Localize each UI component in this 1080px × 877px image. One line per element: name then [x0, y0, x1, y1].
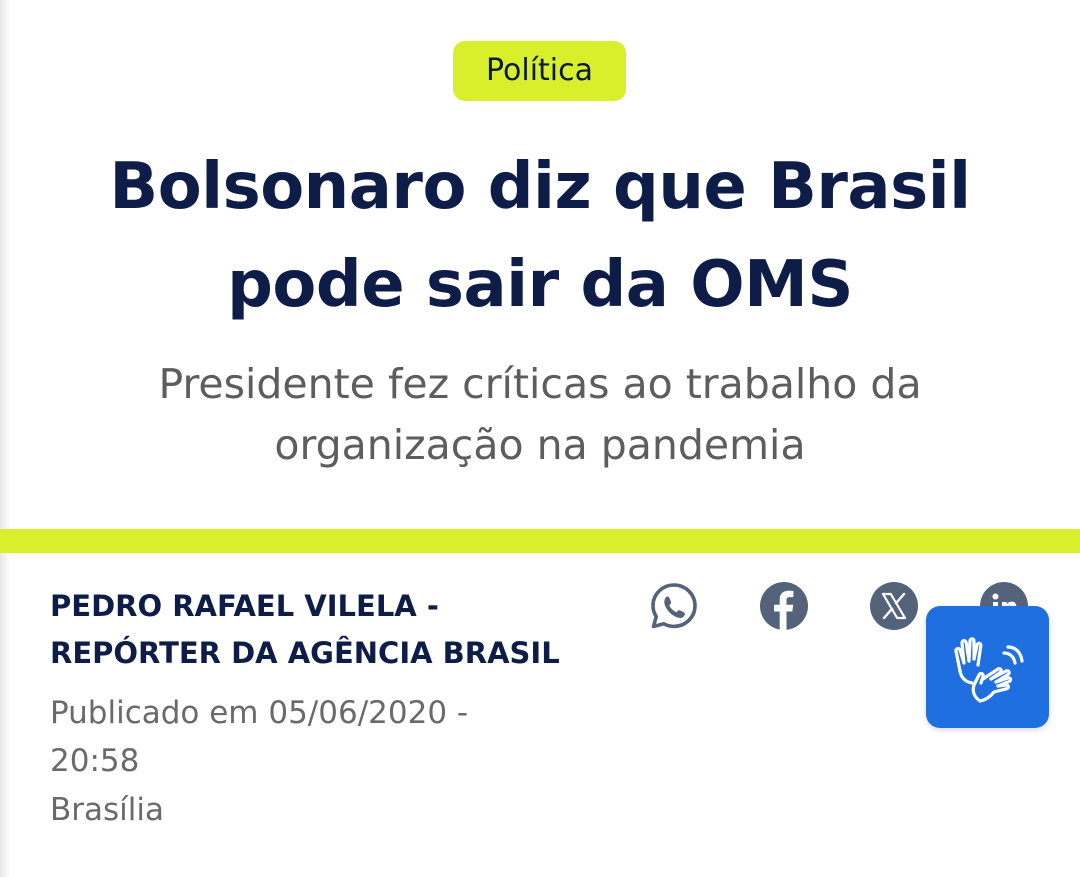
publish-date: Publicado em 05/06/2020 - 20:58	[50, 689, 570, 785]
article-page: Política Bolsonaro diz que Brasil pode s…	[0, 0, 1080, 877]
publish-date-line-2: 20:58	[50, 743, 140, 779]
article-headline: Bolsonaro diz que Brasil pode sair da OM…	[70, 138, 1010, 334]
accent-divider	[0, 529, 1080, 553]
author-line-1: PEDRO RAFAEL VILELA -	[50, 589, 439, 623]
article-subtitle: Presidente fez críticas ao trabalho da o…	[90, 354, 990, 476]
whatsapp-icon	[651, 583, 697, 629]
author-line-2: REPÓRTER DA AGÊNCIA BRASIL	[50, 636, 560, 670]
share-facebook-button[interactable]	[758, 580, 810, 632]
x-twitter-icon	[870, 582, 918, 630]
category-tag[interactable]: Política	[453, 41, 626, 101]
sign-language-icon	[953, 637, 1024, 703]
publish-date-line-1: Publicado em 05/06/2020 -	[50, 695, 469, 731]
sign-language-button[interactable]	[926, 606, 1049, 728]
author-byline: PEDRO RAFAEL VILELA - REPÓRTER DA AGÊNCI…	[50, 583, 630, 677]
headline-line-1: Bolsonaro diz que Brasil	[109, 150, 971, 224]
subtitle-line-1: Presidente fez críticas ao trabalho da	[158, 360, 922, 408]
facebook-icon	[760, 582, 808, 630]
subtitle-line-2: organização na pandemia	[274, 421, 806, 469]
left-edge-shadow	[0, 0, 10, 877]
location: Brasília	[50, 792, 164, 828]
share-x-button[interactable]	[868, 580, 920, 632]
share-whatsapp-button[interactable]	[648, 580, 700, 632]
headline-line-2: pode sair da OMS	[227, 248, 853, 322]
